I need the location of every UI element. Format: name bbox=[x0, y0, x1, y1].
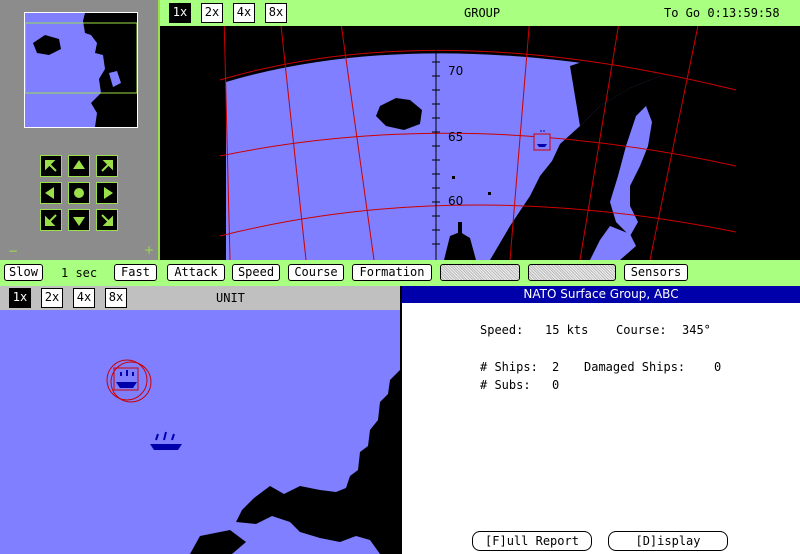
attack-button[interactable]: Attack bbox=[167, 264, 225, 281]
unit-zoom-8x[interactable]: 8x bbox=[105, 288, 127, 308]
center-button[interactable] bbox=[68, 182, 90, 204]
scroll-up-button[interactable] bbox=[68, 155, 90, 177]
full-report-button[interactable]: [F]ull Report bbox=[472, 531, 592, 551]
group-zoom-8x[interactable]: 8x bbox=[265, 3, 287, 23]
unit-top-bar: 1x 2x 4x 8x UNIT bbox=[0, 286, 400, 310]
speed-button[interactable]: Speed bbox=[232, 264, 280, 281]
scroll-right-button[interactable] bbox=[96, 182, 118, 204]
group-zoom-4x[interactable]: 4x bbox=[233, 3, 255, 23]
time-step-label: 1 sec bbox=[61, 266, 98, 280]
zoom-out-button[interactable]: − bbox=[8, 244, 18, 258]
speed-label: Speed: bbox=[480, 323, 524, 337]
subs-label: # Subs: bbox=[480, 378, 531, 392]
group-top-bar: 1x 2x 4x 8x GROUP To Go 0:13:59:58 bbox=[160, 0, 800, 26]
latitude-label-70: 70 bbox=[448, 64, 464, 78]
tactical-land bbox=[236, 370, 400, 554]
damaged-ships-label: Damaged Ships: bbox=[584, 360, 686, 374]
unit-view-title: UNIT bbox=[216, 291, 245, 305]
strategic-map[interactable]: 70 65 60 bbox=[160, 26, 800, 260]
overview-minimap[interactable] bbox=[24, 12, 138, 128]
zoom-in-button[interactable]: + bbox=[144, 243, 154, 257]
scroll-down-left-button[interactable] bbox=[40, 209, 62, 231]
sensors-button[interactable]: Sensors bbox=[624, 264, 688, 281]
command-bar: Slow 1 sec Fast Attack Speed Course Form… bbox=[0, 260, 800, 286]
map-canvas bbox=[219, 26, 737, 260]
group-zoom-1x[interactable]: 1x bbox=[169, 3, 191, 23]
group-view-title: GROUP bbox=[464, 6, 501, 20]
course-value: 345° bbox=[682, 323, 711, 337]
formation-button[interactable]: Formation bbox=[352, 264, 432, 281]
latitude-label-60: 60 bbox=[448, 194, 464, 208]
display-button[interactable]: [D]isplay bbox=[608, 531, 728, 551]
scroll-up-left-button[interactable] bbox=[40, 155, 62, 177]
time-remaining: To Go 0:13:59:58 bbox=[664, 6, 780, 20]
slow-button[interactable]: Slow bbox=[4, 264, 43, 281]
damaged-ships-value: 0 bbox=[714, 360, 722, 374]
speed-value: 15 kts bbox=[545, 323, 589, 337]
course-label: Course: bbox=[616, 323, 667, 337]
nav-panel: − + bbox=[0, 0, 160, 260]
course-button[interactable]: Course bbox=[288, 264, 344, 281]
enemy-unit-marker[interactable] bbox=[150, 431, 182, 450]
subs-value: 0 bbox=[552, 378, 560, 392]
scroll-up-right-button[interactable] bbox=[96, 155, 118, 177]
tactical-map[interactable] bbox=[0, 310, 400, 554]
minimap-land bbox=[25, 13, 137, 127]
latitude-label-65: 65 bbox=[448, 130, 464, 144]
group-zoom-2x[interactable]: 2x bbox=[201, 3, 223, 23]
unit-zoom-4x[interactable]: 4x bbox=[73, 288, 95, 308]
ships-label: # Ships: bbox=[480, 360, 538, 374]
ships-value: 2 bbox=[552, 360, 560, 374]
scroll-down-right-button[interactable] bbox=[96, 209, 118, 231]
info-panel: NATO Surface Group, ABC Speed: 15 kts Co… bbox=[400, 286, 800, 554]
unit-zoom-1x[interactable]: 1x bbox=[9, 288, 31, 308]
info-panel-title: NATO Surface Group, ABC bbox=[402, 286, 800, 303]
selected-unit-marker[interactable] bbox=[106, 359, 152, 403]
scroll-left-button[interactable] bbox=[40, 182, 62, 204]
disabled-button-2 bbox=[528, 264, 616, 281]
fast-button[interactable]: Fast bbox=[114, 264, 157, 281]
disabled-button-1 bbox=[440, 264, 520, 281]
unit-zoom-2x[interactable]: 2x bbox=[41, 288, 63, 308]
tactical-canvas bbox=[106, 359, 400, 554]
scroll-down-button[interactable] bbox=[68, 209, 90, 231]
